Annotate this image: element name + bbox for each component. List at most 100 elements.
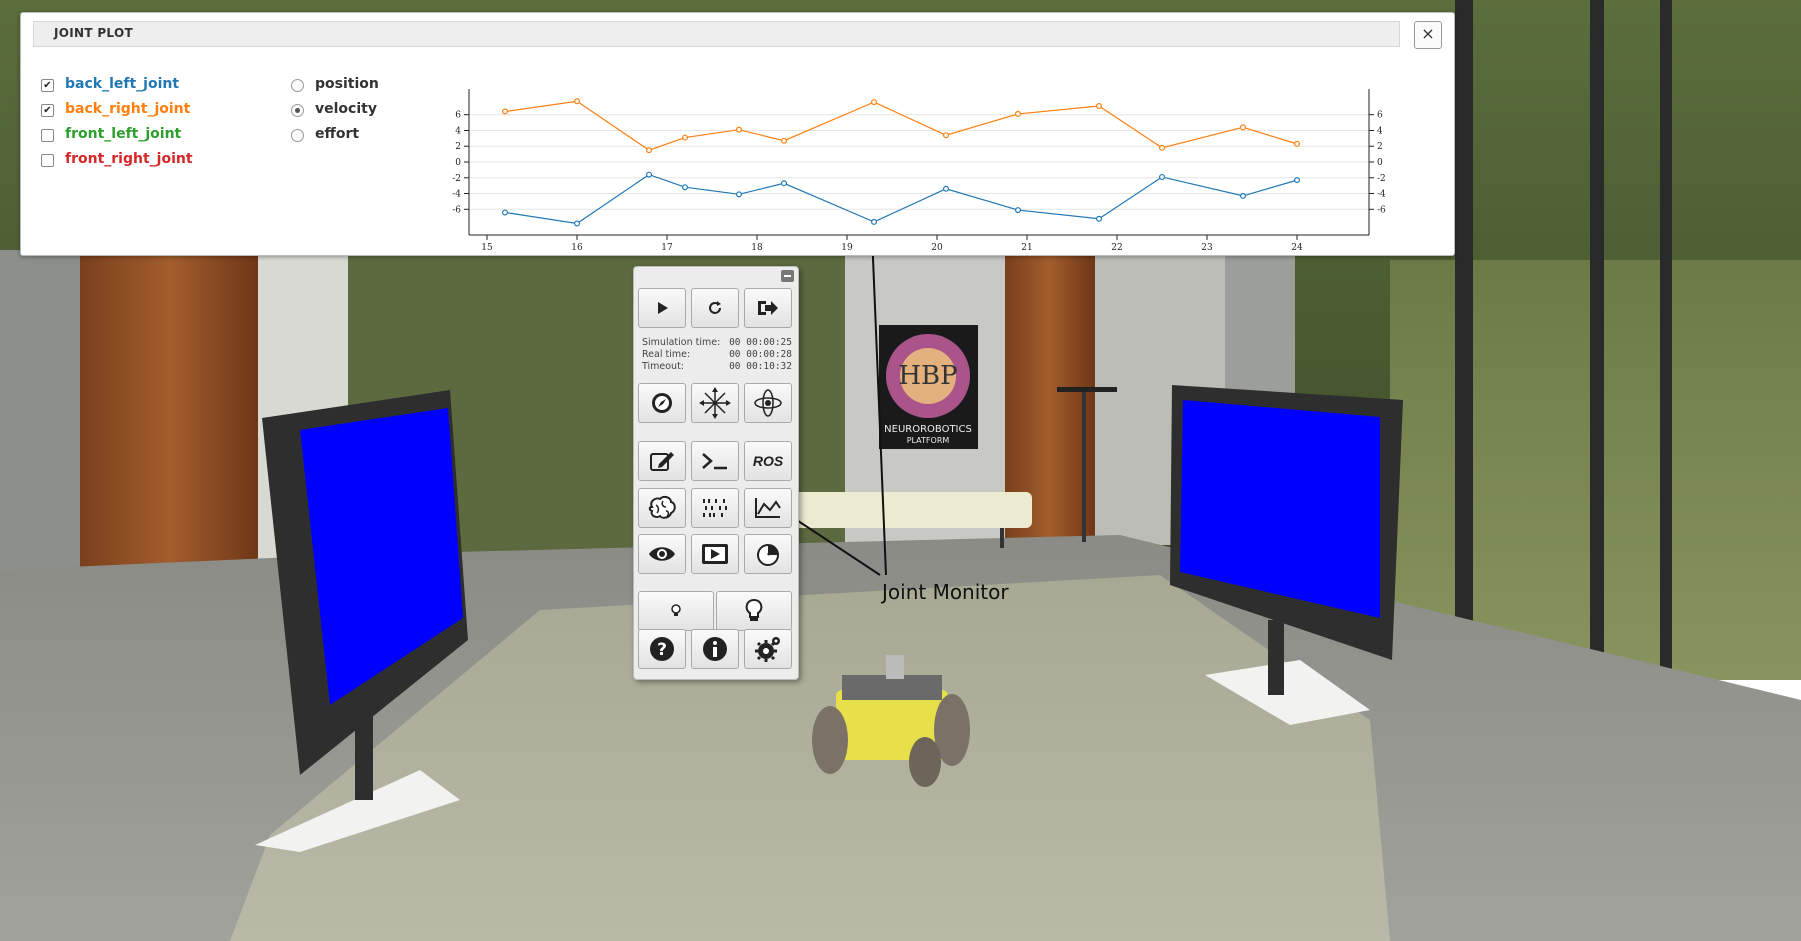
data-point [1014,110,1021,117]
y-tick-label: 6 [1377,111,1383,121]
x-tick-label: 16 [571,243,583,253]
annotation-label: Joint Monitor [882,580,1009,604]
data-point [682,184,689,191]
y-tick-label: 4 [455,126,461,136]
data-point [871,99,878,106]
simulation-times: Simulation time: 00 00:00:25 Real time: 00… [642,337,792,373]
series-line-back_left_joint [504,173,1298,225]
minimize-button[interactable] [781,270,794,282]
y-tick-label: -4 [1377,190,1386,200]
settings-button[interactable] [744,629,792,669]
mode-radio[interactable] [291,79,304,92]
data-point [1095,103,1102,110]
left-monitor-post [355,700,373,800]
window-frame [1455,0,1473,680]
move-icon [699,387,731,419]
light-small-icon [671,604,681,616]
x-tick-label: 20 [931,243,943,253]
robot-wheel [812,706,848,774]
joint-checkbox[interactable] [41,129,54,142]
reset-icon [709,301,721,314]
close-button[interactable]: × [1414,21,1442,49]
joint-checkbox[interactable]: ✔ [41,104,54,117]
poster-subtitle-2: PLATFORM [907,436,950,445]
video-stream-button[interactable] [691,534,739,574]
lamp-head [1057,387,1117,392]
mode-radio[interactable] [291,129,304,142]
mode-label: position [315,76,379,92]
panel-title-bar[interactable]: JOINT PLOT [33,21,1400,47]
info-icon [703,637,727,661]
joint-checkbox[interactable] [41,154,54,167]
joint-velocity-chart: -6 -6-4 -4-2 -20 02 24 46 615 16 17 18 19 20 21 22 23 24 [452,89,1386,253]
video-icon [702,544,728,564]
mode-radio[interactable] [291,104,304,117]
y-tick-label: 0 [455,158,461,168]
joint-checkbox[interactable]: ✔ [41,79,54,92]
translate-button[interactable] [691,383,739,423]
joint-label: front_left_joint [65,126,182,142]
poster-subtitle: NEUROROBOTICS [884,424,972,435]
data-point [943,132,950,139]
y-tick-label: -6 [452,205,461,215]
rotate-button[interactable] [744,383,792,423]
x-tick-label: 19 [841,243,853,253]
editor-button[interactable] [638,441,686,481]
joint-label: front_right_joint [65,151,193,167]
y-tick-label: 4 [1377,126,1383,136]
bench-leg [1000,528,1004,548]
data-point [1095,215,1102,222]
spike-train-button[interactable] [691,488,739,528]
svg-text:?: ? [657,640,667,660]
real-time-label: Real time: [642,349,691,360]
bench [790,492,1032,528]
brain-icon [648,495,676,519]
ros-label: ROS [752,453,784,469]
eye-icon [649,547,675,561]
ros-terminal-button[interactable]: ROS [744,441,792,481]
joint-monitor-button[interactable] [744,488,792,528]
data-point [1293,140,1300,147]
x-tick-label: 21 [1021,243,1032,253]
brain-visualizer-button[interactable] [638,488,686,528]
right-monitor-post [1268,620,1284,695]
simulation-toolbar[interactable]: Simulation time: 00 00:00:25 Real time: 00… [633,266,799,680]
data-point [1239,192,1246,199]
x-tick-label: 18 [751,243,763,253]
light-increase-button[interactable] [716,591,792,631]
performance-monitor-button[interactable] [744,534,792,574]
mode-label: velocity [315,101,377,117]
lamp-pole [1082,392,1086,542]
terminal-button[interactable] [691,441,739,481]
reset-button[interactable] [691,288,739,328]
data-point [1014,207,1021,214]
light-decrease-button[interactable] [638,591,714,631]
exit-button[interactable] [744,288,792,328]
window-frame [1590,0,1604,720]
play-button[interactable] [638,288,686,328]
data-point [781,180,788,187]
data-point [736,126,743,133]
data-point [574,220,581,227]
window-frame [1660,0,1672,740]
data-point [1158,173,1165,180]
y-tick-label: 6 [455,111,461,121]
panel-title: JOINT PLOT [54,26,133,40]
settings-icon [755,637,780,662]
left-wall [0,250,80,570]
environment-view-button[interactable] [638,534,686,574]
timeout-value: 00 00:10:32 [729,361,792,372]
data-point [646,171,653,178]
y-tick-label: -2 [1377,174,1386,184]
joint-label: back_right_joint [65,101,191,117]
navigation-mode-button[interactable] [638,383,686,423]
sim-time-value: 00 00:00:25 [729,337,792,348]
data-point [682,134,689,141]
joint-plot-panel[interactable]: JOINT PLOT × ✔ back_left_joint ✔ back_ri… [20,12,1455,256]
mode-label: effort [315,126,360,142]
help-button[interactable]: ? [638,629,686,669]
sim-time-label: Simulation time: [642,337,721,348]
series-line-back_right_joint [504,100,1298,151]
spike-train-icon [703,499,727,517]
info-button[interactable] [691,629,739,669]
